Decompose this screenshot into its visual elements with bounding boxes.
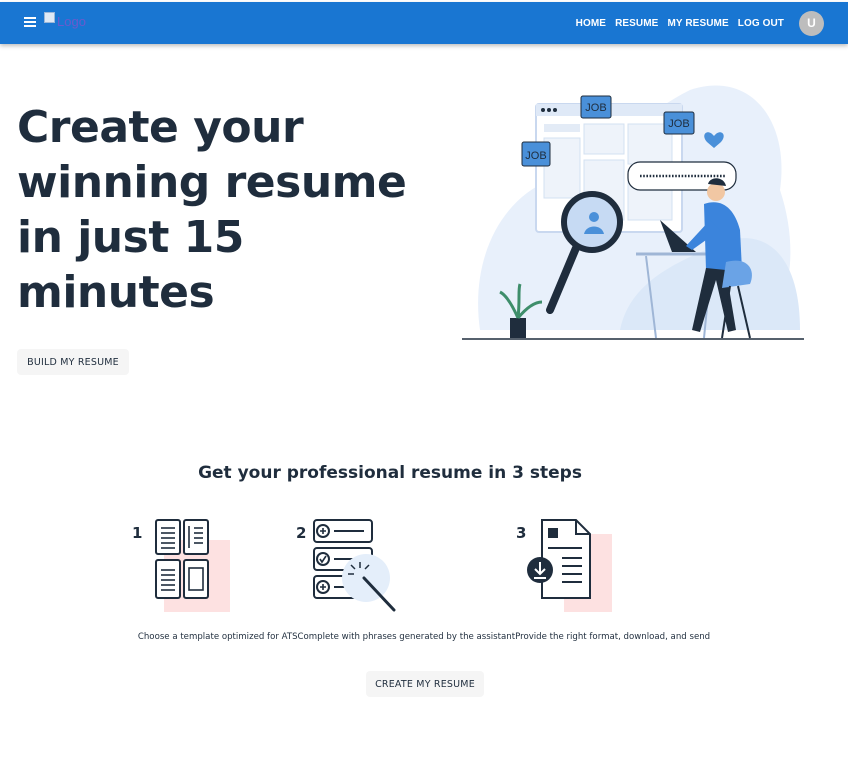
step-number: 2 bbox=[296, 524, 307, 542]
app-bar: Logo HOME RESUME MY RESUME LOG OUT U bbox=[0, 2, 848, 44]
steps-description: Choose a template optimized for ATSCompl… bbox=[137, 632, 711, 642]
template-layout-icon bbox=[155, 519, 230, 612]
logo-alt-text: Logo bbox=[57, 14, 86, 29]
nav-my-resume[interactable]: MY RESUME bbox=[667, 18, 728, 29]
build-my-resume-button[interactable]: BUILD MY RESUME bbox=[17, 349, 129, 375]
job-bubble-1: JOB bbox=[580, 95, 612, 119]
steps-title: Get your professional resume in 3 steps bbox=[198, 463, 582, 483]
nav-home[interactable]: HOME bbox=[576, 18, 606, 29]
document-download-icon bbox=[527, 519, 612, 612]
job-search-illustration: JOB JOB JOB bbox=[462, 85, 804, 340]
broken-image-icon bbox=[44, 12, 55, 23]
nav-resume[interactable]: RESUME bbox=[615, 18, 658, 29]
hamburger-menu-icon[interactable] bbox=[22, 15, 38, 31]
job-label-1: JOB bbox=[585, 102, 606, 114]
magnifying-glass-icon bbox=[561, 191, 623, 253]
logo[interactable]: Logo bbox=[44, 12, 86, 29]
job-label-2: JOB bbox=[668, 118, 689, 130]
hero-title: Create your winning resume in just 15 mi… bbox=[17, 102, 407, 318]
user-avatar[interactable]: U bbox=[799, 10, 824, 36]
job-bubble-3: JOB bbox=[521, 141, 551, 167]
magic-wand-list-icon bbox=[313, 519, 396, 612]
top-nav: HOME RESUME MY RESUME LOG OUT U bbox=[576, 2, 848, 44]
step-number: 1 bbox=[132, 524, 143, 542]
create-my-resume-button[interactable]: CREATE MY RESUME bbox=[366, 671, 484, 697]
job-label-3: JOB bbox=[525, 150, 546, 162]
nav-log-out[interactable]: LOG OUT bbox=[738, 18, 784, 29]
job-bubble-2: JOB bbox=[663, 111, 695, 135]
